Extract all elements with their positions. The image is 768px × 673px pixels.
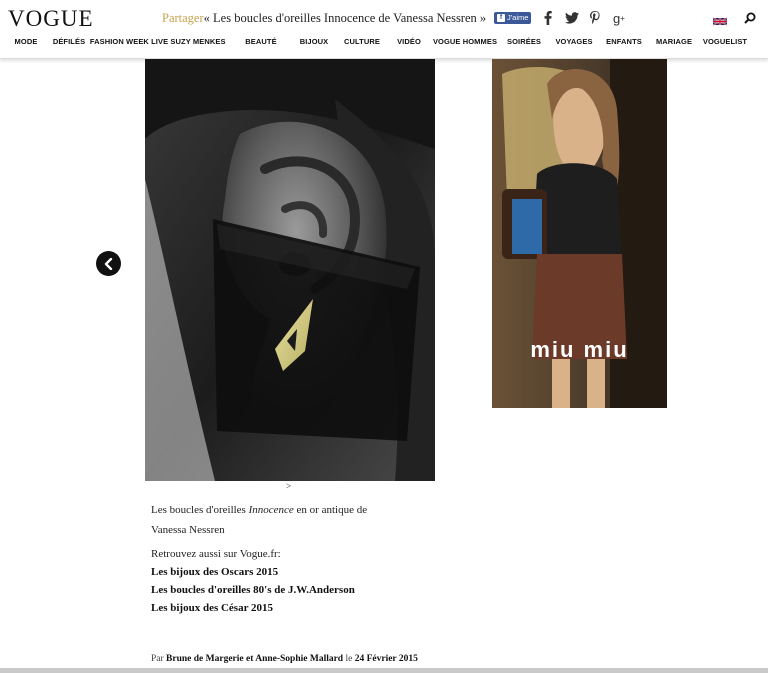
vogue-logo[interactable]: VOGUE xyxy=(8,6,94,32)
main-navigation: MODE DÉFILÉS FASHION WEEK LIVE SUZY MENK… xyxy=(0,37,768,51)
google-plus-icon[interactable]: g + xyxy=(611,10,627,26)
related-link-cesar[interactable]: Les bijoux des César 2015 xyxy=(151,599,355,617)
facebook-like-label: J'aime xyxy=(507,13,529,22)
related-articles: Retrouvez aussi sur Vogue.fr: Les bijoux… xyxy=(151,545,355,617)
facebook-icon[interactable] xyxy=(542,10,554,26)
nav-item-enfants[interactable]: ENFANTS xyxy=(606,37,642,46)
related-link-jw-anderson[interactable]: Les boucles d'oreilles 80's de J.W.Ander… xyxy=(151,581,355,599)
byline-middle: le xyxy=(343,654,355,664)
uk-flag-icon[interactable] xyxy=(712,13,728,26)
byline-authors[interactable]: Brune de Margerie et Anne-Sophie Mallard xyxy=(166,654,343,664)
nav-item-bijoux[interactable]: BIJOUX xyxy=(300,37,329,46)
facebook-like-button[interactable]: f J'aime xyxy=(494,12,532,24)
related-link-oscars[interactable]: Les bijoux des Oscars 2015 xyxy=(151,563,355,581)
facebook-f-icon: f xyxy=(497,14,505,22)
byline-date: 24 Février 2015 xyxy=(354,654,418,664)
next-slide-link[interactable]: > xyxy=(286,481,291,491)
caption-text-start: Les boucles d'oreilles xyxy=(151,504,249,516)
nav-item-video[interactable]: VIDÉO xyxy=(397,37,421,46)
caption-emphasis: Innocence xyxy=(248,504,294,516)
byline-prefix: Par xyxy=(151,654,167,664)
site-header: VOGUE Partager« Les boucles d'oreilles I… xyxy=(0,0,768,59)
pinterest-icon[interactable] xyxy=(589,10,601,26)
chevron-left-icon xyxy=(104,257,112,270)
related-intro: Retrouvez aussi sur Vogue.fr: xyxy=(151,548,281,560)
nav-item-suzy-menkes[interactable]: SUZY MENKES xyxy=(170,37,225,46)
previous-slide-button[interactable] xyxy=(96,251,121,276)
caption-designer: Vanessa Nessren xyxy=(151,524,225,536)
earring-photo-illustration xyxy=(145,59,435,481)
nav-item-voguelist[interactable]: VOGUELIST xyxy=(703,37,747,46)
nav-item-mode[interactable]: MODE xyxy=(15,37,38,46)
share-label: Partager xyxy=(162,11,204,25)
earring-photo[interactable] xyxy=(145,59,435,481)
caption-text-end: en or antique de xyxy=(293,504,368,516)
photo-caption: Les boucles d'oreilles Innocence en or a… xyxy=(151,500,451,540)
miu-miu-advertisement[interactable]: miu miu xyxy=(492,59,667,408)
article-byline: Par Brune de Margerie et Anne-Sophie Mal… xyxy=(151,654,418,664)
ad-brand-logo: miu miu xyxy=(530,337,629,362)
nav-item-defiles[interactable]: DÉFILÉS xyxy=(53,37,85,46)
nav-item-voyages[interactable]: VOYAGES xyxy=(555,37,592,46)
search-icon[interactable] xyxy=(744,11,756,24)
nav-item-beaute[interactable]: BEAUTÉ xyxy=(245,37,276,46)
nav-item-mariage[interactable]: MARIAGE xyxy=(656,37,692,46)
nav-item-soirees[interactable]: SOIRÉES xyxy=(507,37,541,46)
nav-item-culture[interactable]: CULTURE xyxy=(344,37,380,46)
share-article-title: « Les boucles d'oreilles Innocence de Va… xyxy=(203,11,487,25)
bottom-divider xyxy=(0,668,768,673)
share-bar: Partager« Les boucles d'oreilles Innocen… xyxy=(162,11,486,26)
nav-item-fashion-week-live[interactable]: FASHION WEEK LIVE xyxy=(90,37,168,46)
nav-item-vogue-hommes[interactable]: VOGUE HOMMES xyxy=(433,37,497,46)
twitter-icon[interactable] xyxy=(564,10,580,26)
